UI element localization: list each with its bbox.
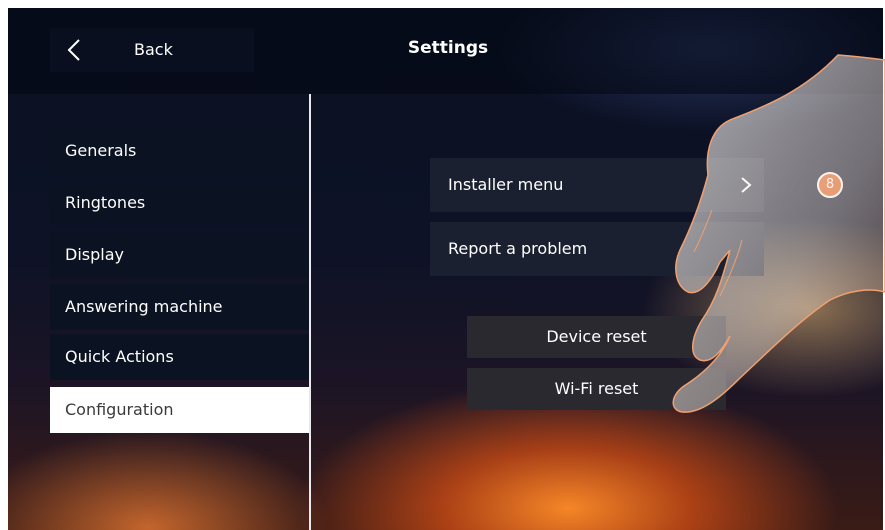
sidebar-item-configuration[interactable]: Configuration: [50, 387, 309, 433]
installer-menu-label: Installer menu: [448, 175, 564, 194]
report-problem-label: Report a problem: [448, 239, 588, 258]
sidebar-item-ringtones[interactable]: Ringtones: [50, 180, 309, 226]
panel-divider: [309, 94, 311, 530]
sidebar-item-answering-machine[interactable]: Answering machine: [50, 284, 309, 330]
chevron-right-icon: [741, 177, 752, 193]
sidebar-item-quick-actions[interactable]: Quick Actions: [50, 334, 309, 380]
sidebar-item-generals[interactable]: Generals: [50, 128, 309, 174]
chevron-left-icon: [67, 39, 80, 61]
page-title: Settings: [407, 38, 489, 58]
device-frame: Back Settings Generals Ringtones Display…: [0, 0, 885, 530]
touch-screen: Back Settings Generals Ringtones Display…: [8, 8, 883, 530]
step-badge: 8: [817, 172, 843, 198]
device-reset-button[interactable]: Device reset: [467, 316, 726, 358]
back-button[interactable]: Back: [50, 28, 254, 72]
installer-menu-button[interactable]: Installer menu: [430, 158, 764, 212]
top-bar: Back Settings: [8, 8, 883, 94]
sidebar-item-display[interactable]: Display: [50, 232, 309, 278]
wifi-reset-button[interactable]: Wi-Fi reset: [467, 368, 726, 410]
report-problem-button[interactable]: Report a problem: [430, 222, 764, 276]
back-label: Back: [134, 40, 173, 59]
